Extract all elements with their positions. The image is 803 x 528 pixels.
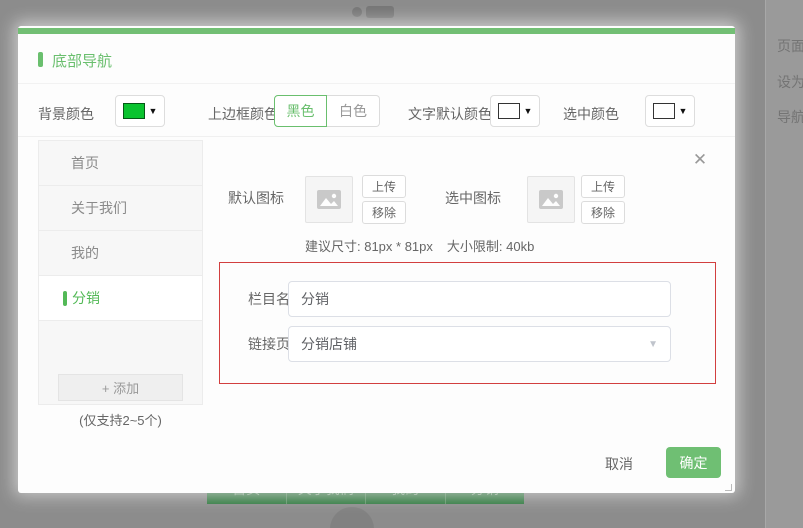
bg-menu-item-nav: 导航 bbox=[777, 109, 803, 125]
active-color-picker[interactable]: ▼ bbox=[645, 95, 695, 127]
dialog-header: 底部导航 bbox=[18, 34, 735, 84]
border-color-toggle: 黑色 白色 bbox=[274, 95, 380, 127]
tabs-limit-note: (仅支持2~5个) bbox=[79, 413, 162, 428]
chevron-down-icon: ▼ bbox=[523, 105, 533, 116]
text-color-swatch bbox=[497, 103, 520, 119]
dimmed-pill-decor bbox=[366, 6, 394, 18]
close-icon[interactable]: ✕ bbox=[690, 150, 710, 170]
confirm-button[interactable]: 确定 bbox=[666, 447, 721, 478]
add-nav-item-button[interactable]: + 添加 bbox=[58, 374, 183, 401]
bg-menu-item-set: 设为 bbox=[777, 74, 803, 90]
dimmed-dot-decor bbox=[352, 7, 362, 17]
page-root: 页面 设为 导航 首页 关于我们 我的 分销 底部导航 背景颜色 ▼ 上边框颜色… bbox=[0, 0, 803, 528]
image-icon bbox=[317, 190, 341, 209]
size-limit-text: 大小限制: 40kb bbox=[446, 239, 535, 254]
chevron-down-icon: ▼ bbox=[678, 105, 688, 116]
link-page-value: 分销店铺 bbox=[301, 336, 357, 352]
active-color-swatch bbox=[652, 103, 675, 119]
item-form-highlight: 栏目名称* 分销 链接页面* 分销店铺 ▼ bbox=[219, 262, 716, 384]
item-name-input[interactable]: 分销 bbox=[288, 281, 671, 317]
bottom-nav-dialog: 底部导航 背景颜色 ▼ 上边框颜色 黑色 白色 文字默认颜色 ▼ 选中颜色 ▼ bbox=[18, 26, 735, 493]
selected-upload-button[interactable]: 上传 bbox=[581, 175, 625, 198]
bg-color-label: 背景颜色 bbox=[38, 106, 94, 122]
selected-icon-preview[interactable] bbox=[527, 176, 575, 223]
title-accent-bar bbox=[38, 52, 43, 67]
image-icon bbox=[539, 190, 563, 209]
cancel-button[interactable]: 取消 bbox=[596, 450, 642, 478]
color-settings-row: 背景颜色 ▼ 上边框颜色 黑色 白色 文字默认颜色 ▼ 选中颜色 ▼ bbox=[18, 84, 735, 137]
sidebar-item-home[interactable]: 首页 bbox=[39, 141, 202, 186]
link-page-select[interactable]: 分销店铺 ▼ bbox=[288, 326, 671, 362]
icon-size-hint: 建议尺寸: 81px * 81px 大小限制: 40kb bbox=[305, 236, 534, 255]
active-color-label: 选中颜色 bbox=[563, 106, 619, 122]
sidebar-item-distribution[interactable]: 分销 bbox=[39, 276, 202, 321]
suggest-size-text: 建议尺寸: 81px * 81px bbox=[305, 239, 433, 254]
default-remove-button[interactable]: 移除 bbox=[362, 201, 406, 224]
default-icon-actions: 上传 移除 bbox=[362, 175, 406, 224]
selected-icon-actions: 上传 移除 bbox=[581, 175, 625, 224]
bg-color-swatch bbox=[122, 103, 145, 119]
chevron-down-icon: ▼ bbox=[648, 338, 658, 350]
selected-remove-button[interactable]: 移除 bbox=[581, 201, 625, 224]
sidebar-item-mine[interactable]: 我的 bbox=[39, 231, 202, 276]
bg-menu-item-page: 页面 bbox=[777, 38, 803, 54]
default-icon-preview[interactable] bbox=[305, 176, 353, 223]
nav-items-sidebar: 首页 关于我们 我的 分销 + 添加 bbox=[38, 140, 203, 405]
top-border-color-label: 上边框颜色 bbox=[208, 106, 278, 122]
text-default-color-label: 文字默认颜色 bbox=[408, 106, 492, 122]
chevron-down-icon: ▼ bbox=[148, 105, 158, 116]
dimmed-avatar-circle bbox=[330, 507, 374, 528]
bg-color-picker[interactable]: ▼ bbox=[115, 95, 165, 127]
selected-icon-label: 选中图标 bbox=[445, 190, 501, 206]
border-white-button[interactable]: 白色 bbox=[327, 95, 380, 127]
default-icon-label: 默认图标 bbox=[228, 190, 284, 206]
resize-handle-icon bbox=[725, 484, 732, 491]
sidebar-item-about[interactable]: 关于我们 bbox=[39, 186, 202, 231]
dialog-title: 底部导航 bbox=[52, 53, 113, 70]
selected-accent-bar bbox=[63, 291, 67, 306]
border-black-button[interactable]: 黑色 bbox=[274, 95, 327, 127]
text-color-picker[interactable]: ▼ bbox=[490, 95, 540, 127]
default-upload-button[interactable]: 上传 bbox=[362, 175, 406, 198]
